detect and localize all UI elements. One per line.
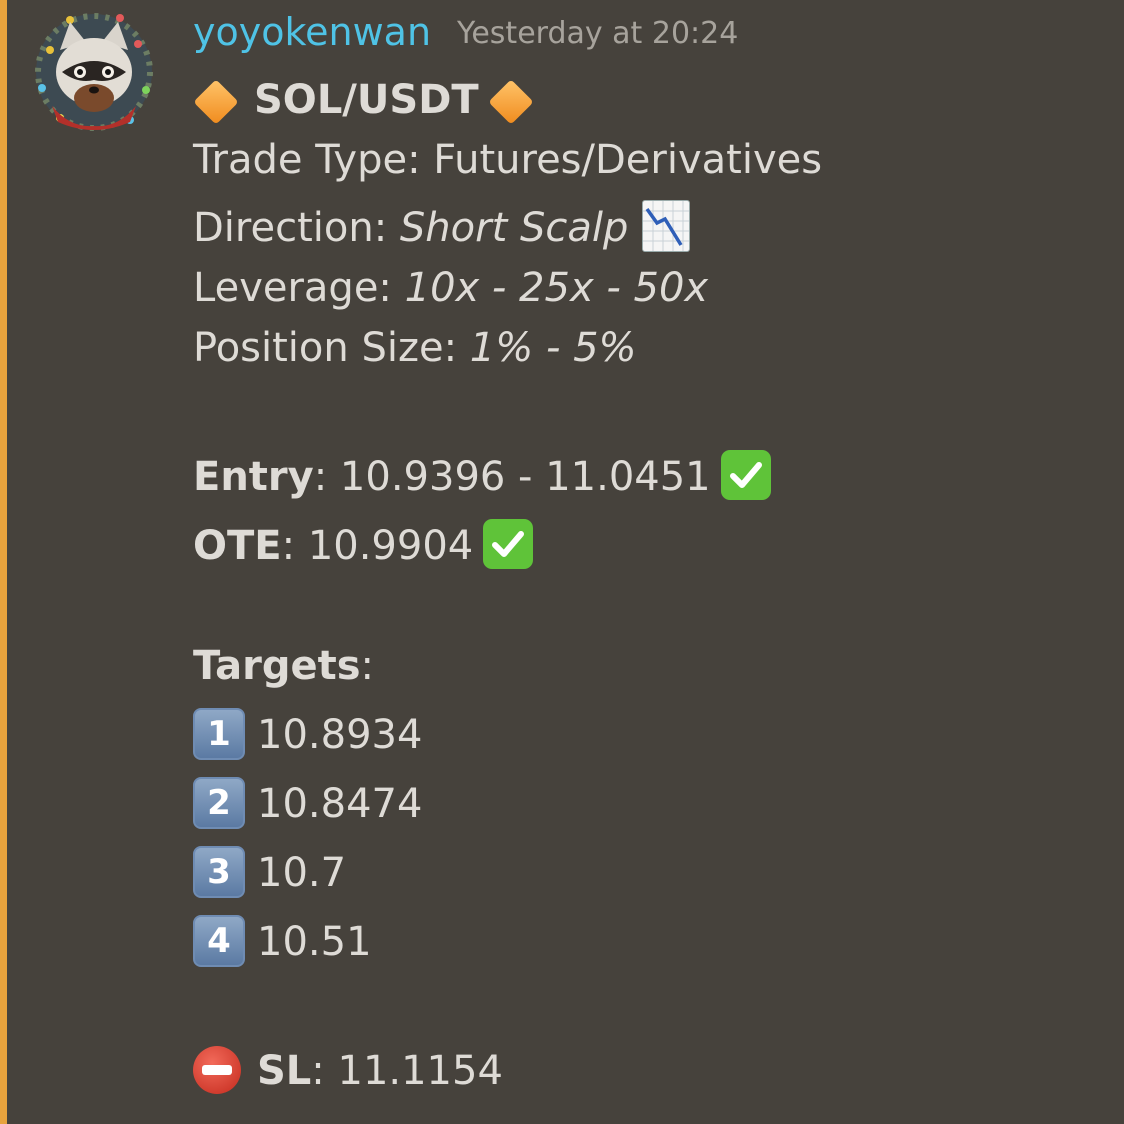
chart-decreasing-icon bbox=[642, 200, 691, 252]
targets-heading: Targets: bbox=[193, 638, 374, 694]
keycap-3-icon: 3 bbox=[193, 846, 245, 898]
username[interactable]: yoyokenwan bbox=[193, 6, 431, 58]
no-entry-icon bbox=[193, 1046, 241, 1094]
entry-label: Entry bbox=[193, 454, 314, 500]
keycap-4-icon: 4 bbox=[193, 915, 245, 967]
leverage-label: Leverage: bbox=[193, 265, 405, 311]
position-size-line: Position Size: 1% - 5% bbox=[193, 320, 637, 376]
ote-value: : 10.9904 bbox=[281, 523, 474, 569]
check-mark-button-icon bbox=[720, 450, 771, 500]
stop-loss-line: SL: 11.1154 bbox=[193, 1043, 503, 1099]
position-size-value: 1% - 5% bbox=[469, 325, 637, 371]
position-size-label: Position Size: bbox=[193, 325, 470, 371]
stop-loss-value: : 11.1154 bbox=[311, 1048, 503, 1094]
direction-line: Direction: Short Scalp bbox=[193, 200, 691, 256]
trade-type-label: Trade Type: bbox=[193, 137, 434, 183]
stop-loss-label: SL bbox=[257, 1048, 312, 1094]
ote-line: OTE: 10.9904 bbox=[193, 518, 534, 574]
message-highlight-bar bbox=[0, 0, 7, 1124]
pair-title-line: SOL/USDT bbox=[193, 72, 534, 128]
raccoon-avatar-icon[interactable] bbox=[30, 10, 158, 134]
check-mark-button-icon bbox=[483, 519, 534, 569]
target-line-3: 3 10.7 bbox=[193, 845, 346, 901]
trade-type-value: Futures/Derivatives bbox=[433, 137, 823, 183]
direction-label: Direction: bbox=[193, 205, 400, 251]
pair-title: SOL/USDT bbox=[254, 77, 479, 123]
target-line-4: 4 10.51 bbox=[193, 914, 372, 970]
targets-colon: : bbox=[360, 643, 375, 689]
direction-value: Short Scalp bbox=[399, 205, 629, 251]
target-line-1: 1 10.8934 bbox=[193, 707, 422, 763]
trade-type-line: Trade Type: Futures/Derivatives bbox=[193, 132, 822, 188]
orange-diamond-icon bbox=[193, 79, 239, 125]
target-value: 10.51 bbox=[257, 919, 372, 965]
keycap-2-icon: 2 bbox=[193, 777, 245, 829]
entry-value: : 10.9396 - 11.0451 bbox=[313, 454, 711, 500]
targets-label: Targets bbox=[193, 643, 361, 689]
target-value: 10.8474 bbox=[257, 781, 423, 827]
target-line-2: 2 10.8474 bbox=[193, 776, 422, 832]
keycap-1-icon: 1 bbox=[193, 708, 245, 760]
entry-line: Entry: 10.9396 - 11.0451 bbox=[193, 449, 771, 505]
orange-diamond-icon bbox=[488, 79, 534, 125]
ote-label: OTE bbox=[193, 523, 282, 569]
leverage-value: 10x - 25x - 50x bbox=[404, 265, 709, 311]
target-value: 10.8934 bbox=[257, 712, 423, 758]
leverage-line: Leverage: 10x - 25x - 50x bbox=[193, 260, 708, 316]
message-timestamp[interactable]: Yesterday at 20:24 bbox=[457, 14, 738, 54]
target-value: 10.7 bbox=[257, 850, 347, 896]
